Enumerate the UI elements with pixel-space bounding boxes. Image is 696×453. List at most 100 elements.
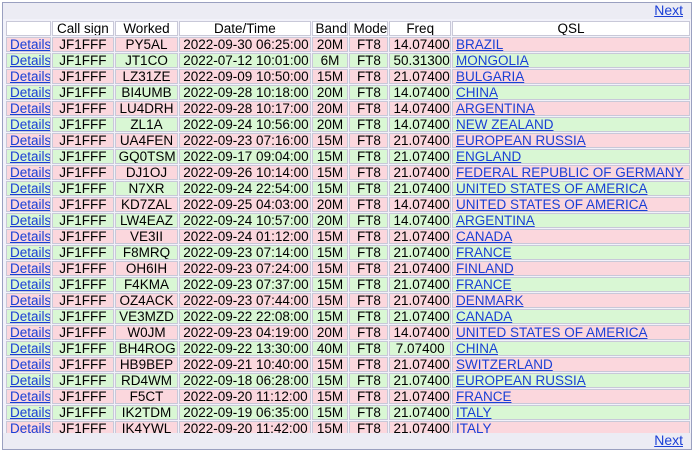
worked-cell: PY5AL: [114, 37, 179, 52]
call-sign-cell: JF1FFF: [52, 245, 114, 260]
details-link[interactable]: Details: [10, 342, 50, 355]
qsl-country-link[interactable]: EUROPEAN RUSSIA: [456, 374, 586, 387]
qsl-country-link[interactable]: ENGLAND: [456, 150, 521, 163]
details-link[interactable]: Details: [10, 150, 50, 163]
details-link[interactable]: Details: [10, 358, 50, 371]
table-row: Details JF1FFF W0JM 2022-09-23 04:19:00 20M F…: [6, 325, 690, 340]
details-link[interactable]: Details: [10, 326, 50, 339]
details-link[interactable]: Details: [10, 118, 50, 131]
freq-cell: 14.07400: [389, 101, 451, 116]
date-time-cell: 2022-09-18 06:28:00: [179, 373, 311, 388]
details-link[interactable]: Details: [10, 38, 50, 51]
details-link[interactable]: Details: [10, 198, 50, 211]
table-row: Details JF1FFF OH6IH 2022-09-23 07:24:00 15M…: [6, 261, 690, 276]
freq-cell: 21.07400: [389, 357, 451, 372]
qsl-country-link[interactable]: CANADA: [456, 310, 512, 323]
details-link[interactable]: Details: [10, 390, 50, 403]
qsl-country-link[interactable]: UNITED STATES OF AMERICA: [456, 198, 648, 211]
details-link[interactable]: Details: [10, 182, 50, 195]
header-date-time: Date/Time: [179, 21, 311, 36]
qsl-country-link[interactable]: UNITED STATES OF AMERICA: [456, 326, 648, 339]
call-sign-cell: JF1FFF: [52, 197, 114, 212]
table-row: Details JF1FFF LU4DRH 2022-09-28 10:17:00 20…: [6, 101, 690, 116]
qsl-country-link[interactable]: BULGARIA: [456, 70, 524, 83]
details-link[interactable]: Details: [10, 134, 50, 147]
worked-cell: BI4UMB: [114, 85, 179, 100]
details-cell: Details: [6, 325, 52, 340]
qsl-country-link[interactable]: FRANCE: [456, 278, 512, 291]
details-cell: Details: [6, 181, 52, 196]
qsl-country-link[interactable]: FRANCE: [456, 246, 512, 259]
freq-cell: 21.07400: [389, 309, 451, 324]
qsl-cell: BRAZIL: [451, 37, 690, 52]
qsl-cell: CANADA: [451, 309, 690, 324]
details-link[interactable]: Details: [10, 278, 50, 291]
details-link[interactable]: Details: [10, 102, 50, 115]
call-sign-cell: JF1FFF: [52, 165, 114, 180]
details-cell: Details: [6, 117, 52, 132]
table-row: Details JF1FFF KD7ZAL 2022-09-25 04:03:00 20…: [6, 197, 690, 212]
freq-cell: 21.07400: [389, 181, 451, 196]
qsl-country-link[interactable]: ARGENTINA: [456, 214, 535, 227]
freq-cell: 21.07400: [389, 277, 451, 292]
qsl-country-link[interactable]: DENMARK: [456, 294, 524, 307]
table-row: Details JF1FFF PY5AL 2022-09-30 06:25:00 20M…: [6, 37, 690, 52]
details-link[interactable]: Details: [10, 86, 50, 99]
details-link[interactable]: Details: [10, 406, 50, 419]
qsl-country-link[interactable]: CANADA: [456, 230, 512, 243]
qsl-country-link[interactable]: FRANCE: [456, 390, 512, 403]
details-link[interactable]: Details: [10, 310, 50, 323]
band-cell: 20M: [311, 85, 349, 100]
band-cell: 15M: [311, 389, 349, 404]
band-cell: 20M: [311, 213, 349, 228]
table-row: Details JF1FFF OZ4ACK 2022-09-23 07:44:00 15…: [6, 293, 690, 308]
qsl-country-link[interactable]: SWITZERLAND: [456, 358, 553, 371]
details-cell: Details: [6, 85, 52, 100]
next-page-link-top[interactable]: Next: [654, 2, 683, 19]
details-cell: Details: [6, 341, 52, 356]
details-link[interactable]: Details: [10, 230, 50, 243]
worked-cell: F5CT: [114, 389, 179, 404]
band-cell: 15M: [311, 133, 349, 148]
details-link[interactable]: Details: [10, 54, 50, 67]
header-worked: Worked: [114, 21, 179, 36]
qsl-cell: ARGENTINA: [451, 101, 690, 116]
details-cell: Details: [6, 37, 52, 52]
details-cell: Details: [6, 101, 52, 116]
qsl-country-link[interactable]: NEW ZEALAND: [456, 118, 554, 131]
qsl-country-link[interactable]: ITALY: [456, 406, 492, 419]
call-sign-cell: JF1FFF: [52, 405, 114, 420]
details-link[interactable]: Details: [10, 214, 50, 227]
band-cell: 15M: [311, 309, 349, 324]
mode-cell: FT8: [349, 181, 389, 196]
band-cell: 15M: [311, 293, 349, 308]
details-link[interactable]: Details: [10, 166, 50, 179]
qsl-country-link[interactable]: FINLAND: [456, 262, 514, 275]
worked-cell: OZ4ACK: [114, 293, 179, 308]
qsl-country-link[interactable]: ARGENTINA: [456, 102, 535, 115]
qsl-country-link[interactable]: FEDERAL REPUBLIC OF GERMANY: [456, 166, 684, 179]
details-link[interactable]: Details: [10, 294, 50, 307]
band-cell: 40M: [311, 341, 349, 356]
table-row: Details JF1FFF F4KMA 2022-09-23 07:37:00 15M…: [6, 277, 690, 292]
qsl-country-link[interactable]: BRAZIL: [456, 38, 503, 51]
qsl-cell: FEDERAL REPUBLIC OF GERMANY: [451, 165, 690, 180]
details-link[interactable]: Details: [10, 374, 50, 387]
qso-log-table: Call sign Worked Date/Time Band Mode Fre…: [5, 20, 691, 437]
call-sign-cell: JF1FFF: [52, 261, 114, 276]
qsl-country-link[interactable]: EUROPEAN RUSSIA: [456, 134, 586, 147]
qsl-country-link[interactable]: MONGOLIA: [456, 54, 529, 67]
qsl-country-link[interactable]: UNITED STATES OF AMERICA: [456, 182, 648, 195]
mode-cell: FT8: [349, 85, 389, 100]
freq-cell: 21.07400: [389, 293, 451, 308]
worked-cell: LU4DRH: [114, 101, 179, 116]
qsl-country-link[interactable]: CHINA: [456, 86, 498, 99]
qsl-cell: CANADA: [451, 229, 690, 244]
details-link[interactable]: Details: [10, 262, 50, 275]
date-time-cell: 2022-09-23 04:19:00: [179, 325, 311, 340]
details-link[interactable]: Details: [10, 70, 50, 83]
qsl-country-link[interactable]: CHINA: [456, 342, 498, 355]
next-page-link-bottom[interactable]: Next: [654, 432, 683, 449]
details-link[interactable]: Details: [10, 246, 50, 259]
details-cell: Details: [6, 149, 52, 164]
